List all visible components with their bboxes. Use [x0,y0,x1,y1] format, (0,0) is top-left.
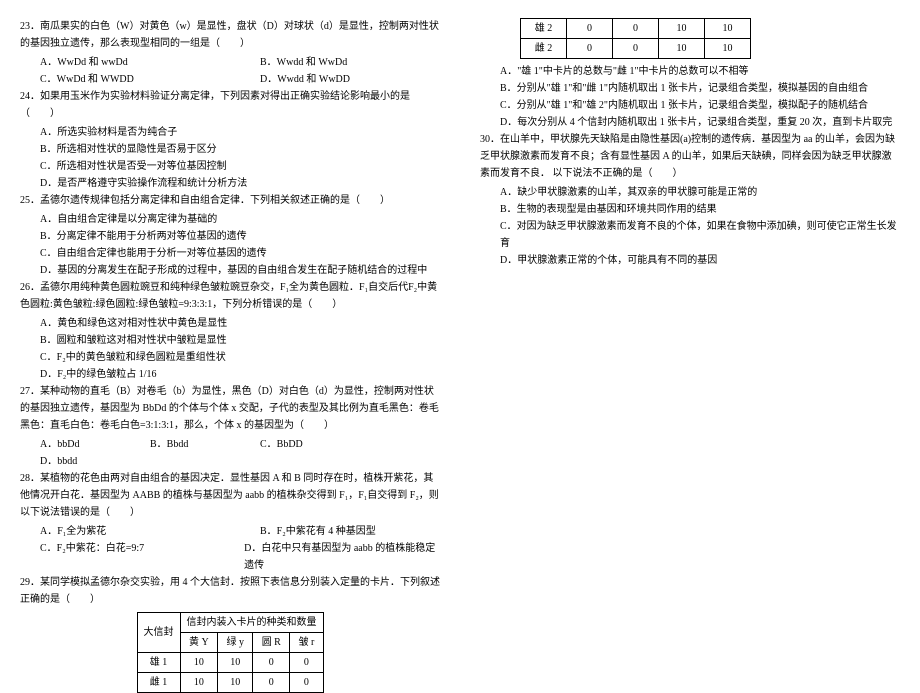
q25-b: B．分离定律不能用于分析两对等位基因的遗传 [20,228,440,245]
t2-r2v4: 10 [705,39,751,59]
q29-b: B．分别从"雄 1"和"雌 1"内随机取出 1 张卡片，记录组合类型，模拟基因的… [480,80,900,97]
q26: 26．孟德尔用纯种黄色圆粒豌豆和纯种绿色皱粒豌豆杂交，F₁全为黄色圆粒．F₁自交… [20,279,440,313]
q24-a: A．所选实验材料是否为纯合子 [20,124,440,141]
q30-c: C．对因为缺乏甲状腺激素而发育不良的个体，如果在食物中添加碘，则可使它正常生长发… [480,218,900,252]
right-column: 雄 2 0 0 10 10 雌 2 0 0 10 10 A．"雄 1"中卡片的总… [460,18,920,640]
q28-b: B．F₂中紫花有 4 种基因型 [260,523,376,540]
q29-d: D．每次分别从 4 个信封内随机取出 1 张卡片，记录组合类型，重复 20 次，… [480,114,900,131]
q28-row1: A．F₁全为紫花 B．F₂中紫花有 4 种基因型 [20,523,440,540]
q30-d: D．甲状腺激素正常的个体，可能具有不同的基因 [480,252,900,269]
t2-r2v3: 10 [659,39,705,59]
q27-opts: A．bbDd B．Bbdd C．BbDD D．bbdd [20,436,440,470]
q24-c: C．所选相对性状是否受一对等位基因控制 [20,158,440,175]
q23: 23．南瓜果实的白色（W）对黄色（w）是显性，盘状（D）对球状（d）是显性，控制… [20,18,440,52]
q24-b: B．所选相对性状的显隐性是否易于区分 [20,141,440,158]
t2-r1v4: 10 [705,19,751,39]
q29-c: C．分别从"雄 1"和"雄 2"内随机取出 1 张卡片，记录组合类型，模拟配子的… [480,97,900,114]
t2-r2v1: 0 [567,39,613,59]
q23-opts2: C．WwDd 和 WWDD D．Wwdd 和 WwDD [20,71,440,88]
t1-h1: 信封内装入卡片的种类和数量 [180,613,323,633]
t1-r1v1: 10 [180,653,218,673]
t1-r2v1: 10 [180,673,218,693]
q24-d: D．是否严格遵守实验操作流程和统计分析方法 [20,175,440,192]
q23-opts: A．WwDd 和 wwDd B．Wwdd 和 WwDd [20,54,440,71]
q30-b: B．生物的表现型是由基因和环境共同作用的结果 [480,201,900,218]
q27-b: B．Bbdd [150,436,260,453]
t1-r1v4: 0 [290,653,323,673]
q25-c: C．自由组合定律也能用于分析一对等位基因的遗传 [20,245,440,262]
t1-r2v4: 0 [290,673,323,693]
q26-c: C．F₂中的黄色皱粒和绿色圆粒是重组性状 [20,349,440,366]
left-column: 23．南瓜果实的白色（W）对黄色（w）是显性，盘状（D）对球状（d）是显性，控制… [0,18,460,640]
q25-d: D．基因的分离发生在配子形成的过程中，基因的自由组合发生在配子随机结合的过程中 [20,262,440,279]
t2-r1v3: 10 [659,19,705,39]
q26-a: A．黄色和绿色这对相对性状中黄色是显性 [20,315,440,332]
q30: 30．在山羊中，甲状腺先天缺陷是由隐性基因(a)控制的遗传病．基因型为 aa 的… [480,131,900,182]
q28-c: C．F₂中紫花：白花=9:7 [40,540,244,574]
t2-r2: 雌 2 [521,39,567,59]
t2-r2v2: 0 [613,39,659,59]
t1-r1v2: 10 [218,653,253,673]
t2-r1: 雄 2 [521,19,567,39]
t2-r1v2: 0 [613,19,659,39]
q28-row2: C．F₂中紫花：白花=9:7 D．白花中只有基因型为 aabb 的植株能稳定遗传 [20,540,440,574]
t1-r2v2: 10 [218,673,253,693]
q27-c: C．BbDD [260,436,370,453]
q26-d: D．F₂中的绿色皱粒占 1/16 [20,366,440,383]
q23-a: A．WwDd 和 wwDd [40,54,260,71]
t1-r1: 雄 1 [137,653,180,673]
t1-r2: 雌 1 [137,673,180,693]
q29: 29．某同学模拟孟德尔杂交实验，用 4 个大信封．按照下表信息分别装入定量的卡片… [20,574,440,608]
q25-a: A．自由组合定律是以分离定律为基础的 [20,211,440,228]
q24: 24．如果用玉米作为实验材料验证分离定律，下列因素对得出正确实验结论影响最小的是… [20,88,440,122]
t1-h0: 大信封 [137,613,180,653]
q28: 28．某植物的花色由两对自由组合的基因决定．显性基因 A 和 B 同时存在时，植… [20,470,440,521]
q27-a: A．bbDd [40,436,150,453]
q25: 25．孟德尔遗传规律包括分离定律和自由组合定律．下列相关叙述正确的是（ ） [20,192,440,209]
t1-r1v3: 0 [253,653,290,673]
q23-c: C．WwDd 和 WWDD [40,71,260,88]
q26-b: B．圆粒和皱粒这对相对性状中皱粒是显性 [20,332,440,349]
q29-a: A．"雄 1"中卡片的总数与"雌 1"中卡片的总数可以不相等 [480,63,900,80]
t1-r2v3: 0 [253,673,290,693]
envelope-table-1: 大信封 信封内装入卡片的种类和数量 黄 Y 绿 y 圆 R 皱 r 雄 1 10… [137,612,324,693]
t2-r1v1: 0 [567,19,613,39]
q23-b: B．Wwdd 和 WwDd [260,54,347,71]
q27-d: D．bbdd [40,453,150,470]
q27: 27．某种动物的直毛（B）对卷毛（b）为显性，黑色（D）对白色（d）为显性，控制… [20,383,440,434]
q23-d: D．Wwdd 和 WwDD [260,71,350,88]
q28-d: D．白花中只有基因型为 aabb 的植株能稳定遗传 [244,540,440,574]
q30-a: A．缺少甲状腺激素的山羊，其双亲的甲状腺可能是正常的 [480,184,900,201]
q28-a: A．F₁全为紫花 [40,523,260,540]
envelope-table-2: 雄 2 0 0 10 10 雌 2 0 0 10 10 [520,18,751,59]
